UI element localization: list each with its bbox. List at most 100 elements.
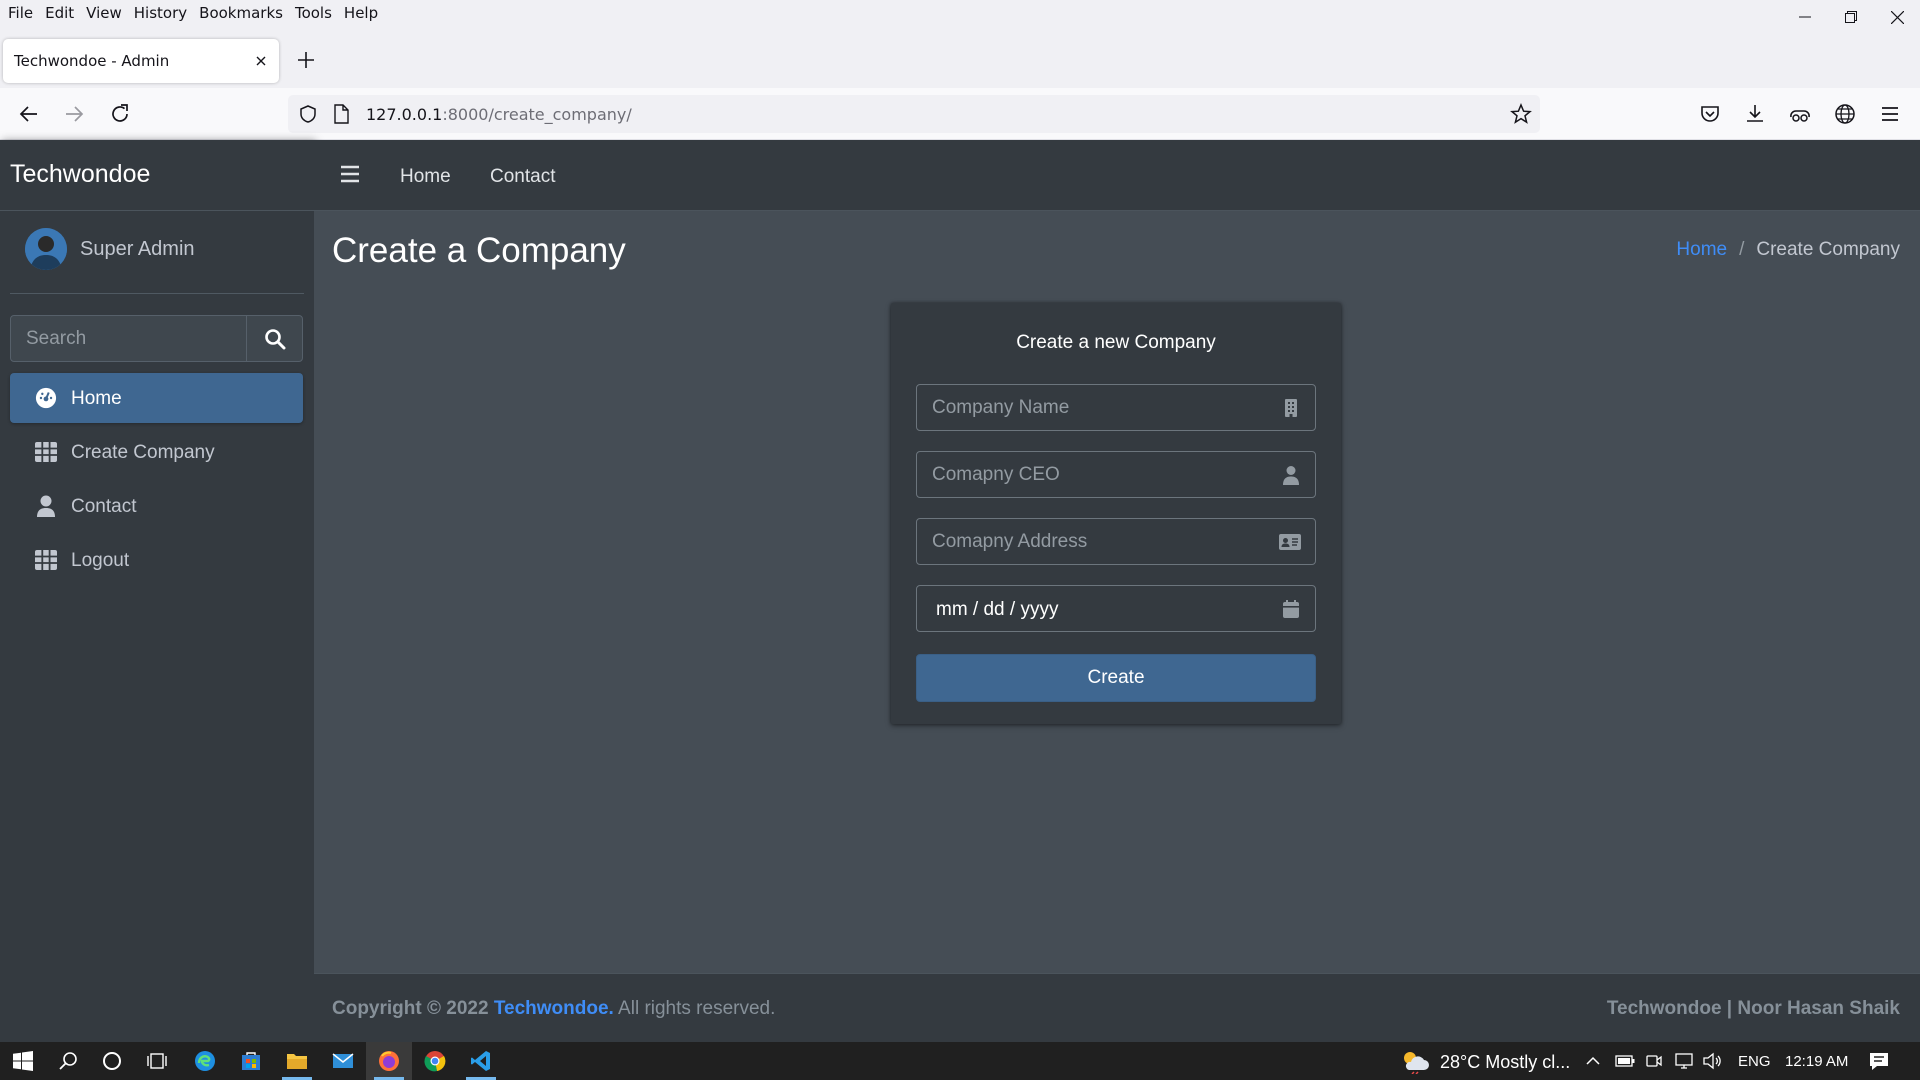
sidebar-item-create-company[interactable]: Create Company (10, 427, 303, 477)
chrome-icon (424, 1051, 446, 1072)
tab-strip: Techwondoe - Admin (0, 26, 1920, 88)
file-explorer-app[interactable] (274, 1042, 320, 1080)
building-icon (1285, 399, 1297, 417)
forward-icon[interactable] (62, 102, 86, 126)
chrome-app[interactable] (412, 1042, 458, 1080)
breadcrumb-separator: / (1739, 239, 1745, 260)
store-icon (242, 1052, 260, 1070)
browser-toolbar: 127.0.0.1:8000/create_company/ (0, 88, 1920, 140)
download-icon[interactable] (1743, 102, 1767, 126)
brand[interactable]: Techwondoe (0, 140, 314, 211)
menu-file[interactable]: File (8, 4, 33, 22)
tab-title: Techwondoe - Admin (14, 52, 170, 70)
network-icon[interactable] (1673, 1052, 1695, 1070)
firefox-icon (379, 1051, 399, 1071)
folder-icon (287, 1054, 307, 1069)
admin-app: Techwondoe Super Admin Home Create Compa… (0, 140, 1920, 1042)
cortana-button[interactable] (89, 1042, 135, 1080)
task-view-icon (147, 1053, 167, 1069)
pocket-icon[interactable] (1698, 102, 1722, 126)
date-field[interactable]: mm / dd / yyyy (916, 585, 1316, 632)
close-icon (1890, 10, 1904, 24)
mail-app[interactable] (320, 1042, 366, 1080)
url-bar[interactable]: 127.0.0.1:8000/create_company/ (288, 95, 1540, 133)
date-input-text[interactable]: mm / dd / yyyy (936, 599, 1058, 621)
vscode-app[interactable] (458, 1042, 504, 1080)
meet-now-icon[interactable] (1645, 1052, 1663, 1070)
breadcrumb-home-link[interactable]: Home (1676, 239, 1727, 261)
user-name[interactable]: Super Admin (80, 238, 195, 261)
company-ceo-field (916, 451, 1316, 498)
battery-icon[interactable] (1615, 1054, 1635, 1068)
volume-icon[interactable] (1702, 1052, 1722, 1070)
user-icon (37, 495, 55, 517)
close-window-button[interactable] (1874, 0, 1920, 34)
sidebar-item-label: Contact (71, 496, 137, 517)
footer-brand-link[interactable]: Techwondoe. (494, 998, 614, 1019)
globe-icon[interactable] (1833, 102, 1857, 126)
restore-button[interactable] (1828, 0, 1874, 34)
language-indicator[interactable]: ENG (1738, 1053, 1771, 1070)
topnav-contact-link[interactable]: Contact (490, 166, 555, 188)
task-view-button[interactable] (134, 1042, 180, 1080)
start-button[interactable] (0, 1042, 46, 1080)
browser-menubar: File Edit View History Bookmarks Tools H… (0, 0, 1920, 26)
sidebar-item-contact[interactable]: Contact (10, 481, 303, 531)
table-icon (35, 550, 57, 570)
menu-history[interactable]: History (134, 4, 187, 22)
dashboard-icon (35, 387, 57, 409)
bookmark-star-icon[interactable] (1510, 103, 1532, 125)
back-icon[interactable] (17, 102, 41, 126)
sync-icon[interactable] (1788, 102, 1812, 126)
company-address-input[interactable] (917, 519, 1257, 564)
clock[interactable]: 12:19 AM (1785, 1053, 1848, 1070)
search-button[interactable] (247, 316, 303, 361)
company-name-input[interactable] (917, 385, 1257, 430)
chevron-up-icon[interactable] (1586, 1055, 1600, 1067)
table-icon (35, 442, 57, 462)
menu-help[interactable]: Help (344, 4, 378, 22)
menu-tools[interactable]: Tools (295, 4, 332, 22)
menu-edit[interactable]: Edit (45, 4, 74, 22)
weather-icon[interactable] (1400, 1048, 1430, 1074)
windows-taskbar: 28°C Mostly cl... ENG 12:19 AM (0, 1042, 1920, 1080)
topnav-home-link[interactable]: Home (400, 166, 451, 188)
app-menu-icon[interactable] (1878, 102, 1902, 126)
window-controls (1782, 0, 1920, 34)
form-title: Create a new Company (1016, 332, 1216, 353)
sidebar-item-home[interactable]: Home (10, 373, 303, 423)
reload-icon[interactable] (108, 102, 132, 126)
address-card-icon (1279, 534, 1301, 550)
user-panel: Super Admin (10, 228, 304, 294)
store-app[interactable] (228, 1042, 274, 1080)
notifications-icon[interactable] (1868, 1051, 1890, 1071)
page-icon (334, 104, 349, 124)
firefox-app[interactable] (366, 1042, 412, 1080)
footer-copyright: Copyright © 2022 Techwondoe. All rights … (332, 998, 776, 1019)
shield-icon[interactable] (298, 104, 318, 124)
tab-close-icon[interactable] (253, 53, 269, 69)
browser-tab[interactable]: Techwondoe - Admin (3, 39, 279, 83)
new-tab-icon[interactable] (295, 49, 317, 71)
weather-text[interactable]: 28°C Mostly cl... (1440, 1052, 1570, 1073)
minimize-icon (1799, 16, 1811, 18)
sidebar-item-logout[interactable]: Logout (10, 535, 303, 585)
cortana-icon (103, 1052, 121, 1070)
menu-view[interactable]: View (86, 4, 122, 22)
hamburger-menu-icon[interactable] (340, 164, 360, 184)
minimize-button[interactable] (1782, 0, 1828, 34)
content-area: Create a Company Home / Create Company C… (314, 211, 1920, 973)
calendar-icon[interactable] (1281, 599, 1301, 619)
search-input[interactable] (11, 316, 247, 361)
sidebar-item-label: Create Company (71, 442, 215, 463)
menu-bookmarks[interactable]: Bookmarks (199, 4, 283, 22)
sidebar-item-label: Logout (71, 550, 130, 571)
company-name-field (916, 384, 1316, 431)
sidebar-search (10, 315, 303, 362)
sidebar: Techwondoe Super Admin Home Create Compa… (0, 140, 314, 1042)
create-button[interactable]: Create (916, 654, 1316, 702)
company-ceo-input[interactable] (917, 452, 1257, 497)
avatar (25, 228, 67, 270)
edge-app[interactable] (182, 1042, 228, 1080)
taskbar-search[interactable] (45, 1042, 91, 1080)
